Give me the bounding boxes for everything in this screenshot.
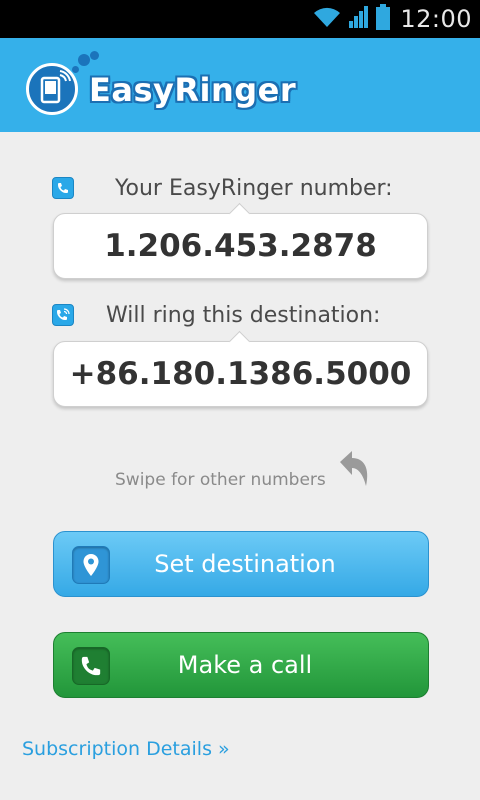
status-time: 12:00 bbox=[400, 5, 472, 33]
swipe-back-arrow-icon bbox=[336, 448, 374, 494]
make-call-label: Make a call bbox=[177, 651, 313, 679]
phone-signal-logo-icon bbox=[26, 63, 78, 115]
status-bar: 12:00 bbox=[0, 0, 480, 38]
easyringer-number-box[interactable]: 1.206.453.2878 bbox=[53, 202, 428, 279]
app-header: EasyRinger bbox=[0, 38, 480, 132]
set-destination-label: Set destination bbox=[154, 550, 336, 578]
easyringer-number: 1.206.453.2878 bbox=[104, 228, 377, 264]
pointer-notch bbox=[228, 330, 251, 353]
swipe-hint: Swipe for other numbers bbox=[115, 470, 326, 490]
make-call-button[interactable]: Make a call bbox=[53, 632, 429, 698]
destination-label: Will ring this destination: bbox=[106, 303, 381, 328]
status-icons: 12:00 bbox=[312, 0, 472, 38]
phone-ringing-icon bbox=[52, 304, 74, 326]
logo-dot bbox=[90, 51, 99, 60]
set-destination-button[interactable]: Set destination bbox=[53, 531, 429, 597]
destination-number: +86.180.1386.5000 bbox=[69, 356, 412, 392]
wifi-icon bbox=[312, 5, 342, 33]
phone-icon bbox=[72, 647, 110, 685]
app-title: EasyRinger bbox=[89, 71, 297, 109]
destination-number-box[interactable]: +86.180.1386.5000 bbox=[53, 330, 428, 407]
pointer-notch bbox=[228, 202, 251, 225]
battery-icon bbox=[376, 4, 391, 34]
signal-icon bbox=[348, 5, 370, 33]
logo-dot bbox=[78, 54, 90, 66]
location-pin-icon bbox=[72, 546, 110, 584]
phone-icon bbox=[52, 177, 74, 199]
number-label: Your EasyRinger number: bbox=[115, 176, 393, 201]
logo-dot bbox=[72, 66, 79, 73]
subscription-details-link[interactable]: Subscription Details » bbox=[22, 738, 230, 760]
